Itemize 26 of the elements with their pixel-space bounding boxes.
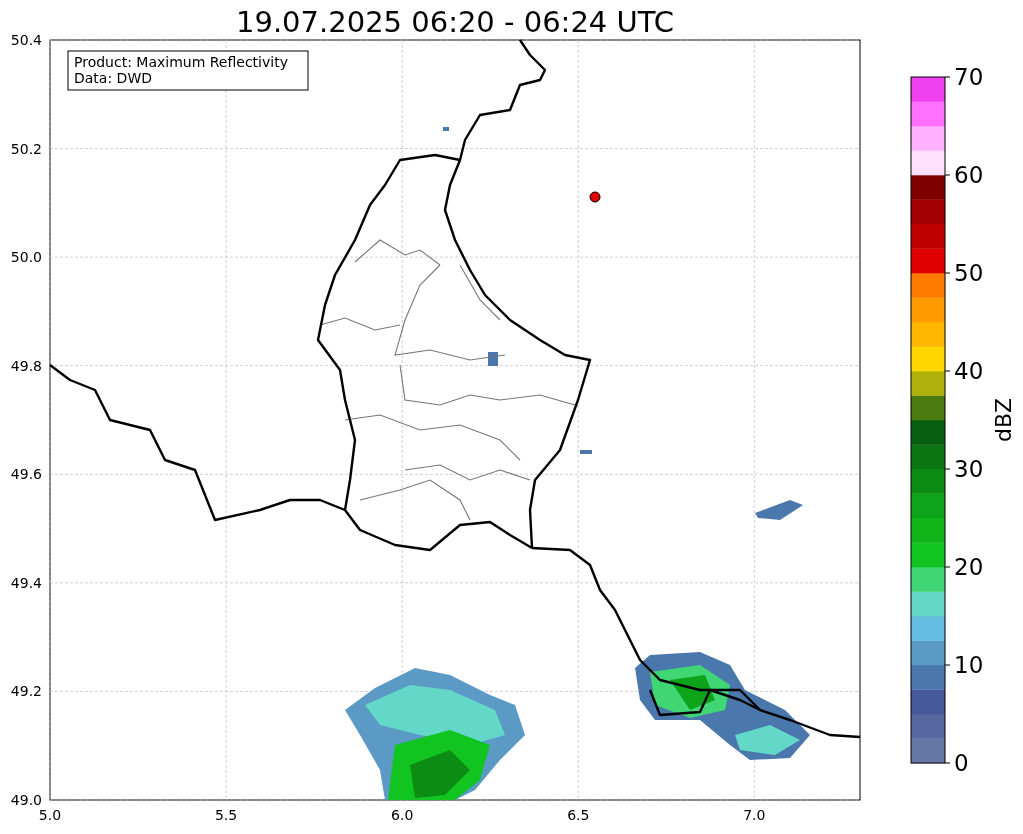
- legend-text: Product: Maximum Reflectivity: [74, 54, 288, 70]
- colorbar-label: dBZ: [991, 397, 1016, 443]
- x-tick-label: 7.0: [743, 807, 766, 823]
- colorbar-tick-label: 30: [954, 456, 984, 482]
- x-tick-label: 5.5: [214, 807, 238, 823]
- y-tick-label: 49.6: [10, 466, 42, 483]
- colorbar-tick-label: 50: [954, 260, 984, 286]
- chart-title: 19.07.2025 06:20 - 06:24 UTC: [236, 5, 674, 39]
- colorbar-tick-label: 20: [954, 554, 984, 580]
- legend-text: Data: DWD: [74, 70, 152, 86]
- y-tick-label: 49.8: [10, 357, 42, 374]
- y-tick-label: 50.2: [10, 140, 42, 157]
- colorbar-tick-label: 70: [954, 64, 984, 90]
- y-tick-label: 49.4: [10, 574, 42, 591]
- y-tick-label: 50.0: [10, 249, 42, 266]
- y-tick-label: 50.4: [10, 32, 42, 48]
- colorbar-tick-label: 0: [954, 750, 969, 776]
- x-tick-label: 6.5: [567, 807, 590, 823]
- colorbar-tick-label: 60: [954, 162, 984, 188]
- x-tick-label: 6.0: [391, 807, 414, 823]
- y-tick-label: 49.0: [10, 792, 42, 808]
- colorbar-tick-label: 10: [954, 652, 984, 678]
- y-tick-label: 49.2: [10, 683, 42, 700]
- colorbar-tick-label: 40: [954, 358, 984, 384]
- location-marker: [589, 191, 601, 203]
- x-tick-label: 5.0: [38, 807, 62, 823]
